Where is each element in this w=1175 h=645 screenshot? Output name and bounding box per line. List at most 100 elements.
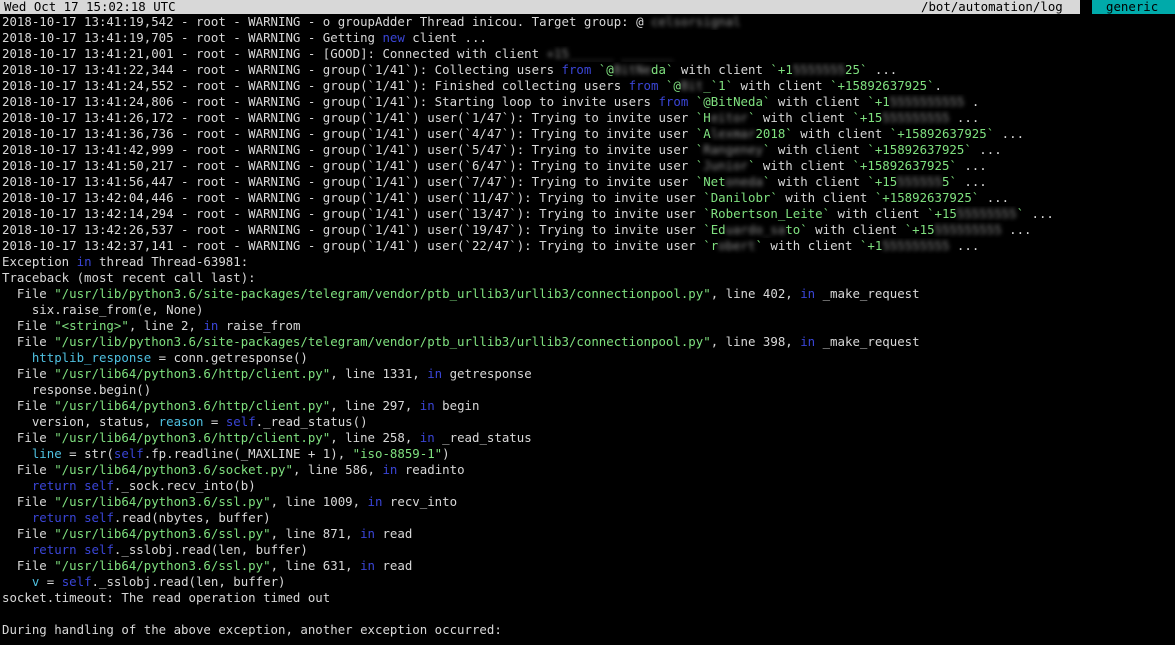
line-segment: return xyxy=(31,478,77,493)
status-datetime: Wed Oct 17 15:02:18 UTC xyxy=(4,0,176,14)
line-segment: ` xyxy=(755,238,763,253)
terminal-line: File "/usr/lib64/python3.6/ssl.py", line… xyxy=(2,526,1173,542)
line-segment: self xyxy=(225,414,256,429)
terminal-line: 2018-10-17 13:41:26,172 - root - WARNING… xyxy=(2,110,1173,126)
line-segment: "<string>" xyxy=(54,318,129,333)
line-segment: getresponse xyxy=(442,366,532,381)
line-segment: .fp.readline(_MAXLINE + 1), xyxy=(143,446,353,461)
line-segment: 2018-10-17 13:41:56,447 - root - WARNING… xyxy=(2,174,696,189)
terminal-line: socket.timeout: The read operation timed… xyxy=(2,590,1173,606)
line-segment xyxy=(77,542,84,557)
line-segment: `+15 xyxy=(852,110,883,125)
line-segment xyxy=(2,350,32,365)
line-segment: File xyxy=(2,494,55,509)
terminal-line: During handling of the above exception, … xyxy=(2,622,1173,638)
terminal-line: File "/usr/lib/python3.6/site-packages/t… xyxy=(2,286,1173,302)
line-segment: six.raise_from(e, None) xyxy=(2,302,204,317)
line-segment xyxy=(2,478,32,493)
line-segment: to` xyxy=(785,222,808,237)
line-segment: with client xyxy=(762,238,860,253)
line-segment: ... xyxy=(867,62,898,77)
line-segment: `+15892637925` xyxy=(889,126,995,141)
line-segment: = xyxy=(203,414,226,429)
line-segment: in xyxy=(427,366,443,381)
line-segment: 2018-10-17 13:41:19,705 - root - WARNING… xyxy=(2,30,383,45)
line-segment: File xyxy=(2,286,55,301)
line-segment: "/usr/lib64/python3.6/http/client.py" xyxy=(54,398,331,413)
line-segment: in xyxy=(367,494,383,509)
line-segment: `@ xyxy=(658,78,681,93)
line-segment: version, status, xyxy=(2,414,159,429)
line-segment: `@BitNeda` xyxy=(695,94,771,109)
line-segment: "/usr/lib64/python3.6/http/client.py" xyxy=(54,366,331,381)
line-segment: File xyxy=(2,462,55,477)
terminal-line: 2018-10-17 13:42:37,141 - root - WARNING… xyxy=(2,238,1173,254)
terminal-line: 2018-10-17 13:41:19,542 - root - WARNING… xyxy=(2,14,1173,30)
redacted-text: Junior xyxy=(703,158,748,173)
line-segment: `r xyxy=(703,238,719,253)
line-segment xyxy=(77,478,84,493)
redacted-text: 555555555 xyxy=(882,238,950,253)
terminal-line: return self._sock.recv_into(b) xyxy=(2,478,1173,494)
line-segment: 2018-10-17 13:42:37,141 - root - WARNING… xyxy=(2,238,704,253)
line-segment: in xyxy=(382,462,398,477)
line-segment: . xyxy=(934,78,942,93)
line-segment: = conn.getresponse() xyxy=(151,350,308,365)
terminal-line: File "/usr/lib64/python3.6/http/client.p… xyxy=(2,398,1173,414)
line-segment: from xyxy=(561,62,592,77)
line-segment: in xyxy=(76,254,92,269)
line-segment: 2018-10-17 13:42:04,446 - root - WARNING… xyxy=(2,190,704,205)
line-segment: `+15 xyxy=(904,222,935,237)
line-segment: return xyxy=(31,542,77,557)
line-segment: `Robertson_Leite` xyxy=(703,206,831,221)
line-segment: with client xyxy=(755,158,853,173)
redacted-text: 555555555 xyxy=(882,110,950,125)
line-segment: ... xyxy=(956,174,987,189)
terminal-line: return self._sslobj.read(len, buffer) xyxy=(2,542,1173,558)
terminal-line: 2018-10-17 13:42:26,537 - root - WARNING… xyxy=(2,222,1173,238)
line-segment: `A xyxy=(695,126,711,141)
redacted-text: 5555555 xyxy=(792,62,846,77)
line-segment: ... xyxy=(1001,222,1032,237)
terminal-line: 2018-10-17 13:41:19,705 - root - WARNING… xyxy=(2,30,1173,46)
redacted-text: Bit xyxy=(680,78,704,93)
line-segment: `+1 xyxy=(859,238,883,253)
session-tab[interactable]: generic xyxy=(1092,0,1175,14)
line-segment: new xyxy=(382,30,405,45)
line-segment: in xyxy=(203,318,219,333)
line-segment: `Ed xyxy=(703,222,726,237)
terminal-line: version, status, reason = self._read_sta… xyxy=(2,414,1173,430)
line-segment: with client xyxy=(673,62,771,77)
line-segment: 2018-10-17 13:41:21,001 - root - WARNING… xyxy=(2,46,547,61)
line-segment: .read(nbytes, buffer) xyxy=(113,510,271,525)
line-segment xyxy=(2,510,32,525)
line-segment: read xyxy=(375,526,413,541)
status-separator xyxy=(1080,0,1092,14)
line-segment: `+15 xyxy=(867,174,898,189)
terminal-line: 2018-10-17 13:41:56,447 - root - WARNING… xyxy=(2,174,1173,190)
line-segment: line xyxy=(31,446,62,461)
line-segment: ` xyxy=(1016,206,1025,221)
line-segment: self xyxy=(84,510,114,525)
line-segment: `+15892637925` xyxy=(830,78,935,93)
line-segment: from xyxy=(658,94,689,109)
line-segment: "/usr/lib64/python3.6/ssl.py" xyxy=(54,494,271,509)
line-segment: 2018-10-17 13:41:22,344 - root - WARNING… xyxy=(2,62,562,77)
terminal-output[interactable]: 2018-10-17 13:41:19,542 - root - WARNING… xyxy=(2,14,1173,645)
terminal-line: File "/usr/lib64/python3.6/ssl.py", line… xyxy=(2,494,1173,510)
line-segment: , line 402, xyxy=(710,286,801,301)
line-segment: with client xyxy=(770,94,868,109)
line-segment: thread Thread-63981: xyxy=(91,254,249,269)
line-segment: , line 258, xyxy=(330,430,420,445)
terminal-line: 2018-10-17 13:42:14,294 - root - WARNING… xyxy=(2,206,1173,222)
line-segment: with client xyxy=(807,222,905,237)
line-segment: , line 1331, xyxy=(330,366,428,381)
redacted-text: lexmar xyxy=(710,126,756,141)
line-segment: 2018-10-17 13:41:36,736 - root - WARNING… xyxy=(2,126,696,141)
screen-status-bar: Wed Oct 17 15:02:18 UTC /bot/automation/… xyxy=(0,0,1175,14)
line-segment: reason xyxy=(158,414,204,429)
line-segment: with client xyxy=(792,126,890,141)
line-segment: Exception xyxy=(2,254,77,269)
line-segment: , line 586, xyxy=(292,462,383,477)
